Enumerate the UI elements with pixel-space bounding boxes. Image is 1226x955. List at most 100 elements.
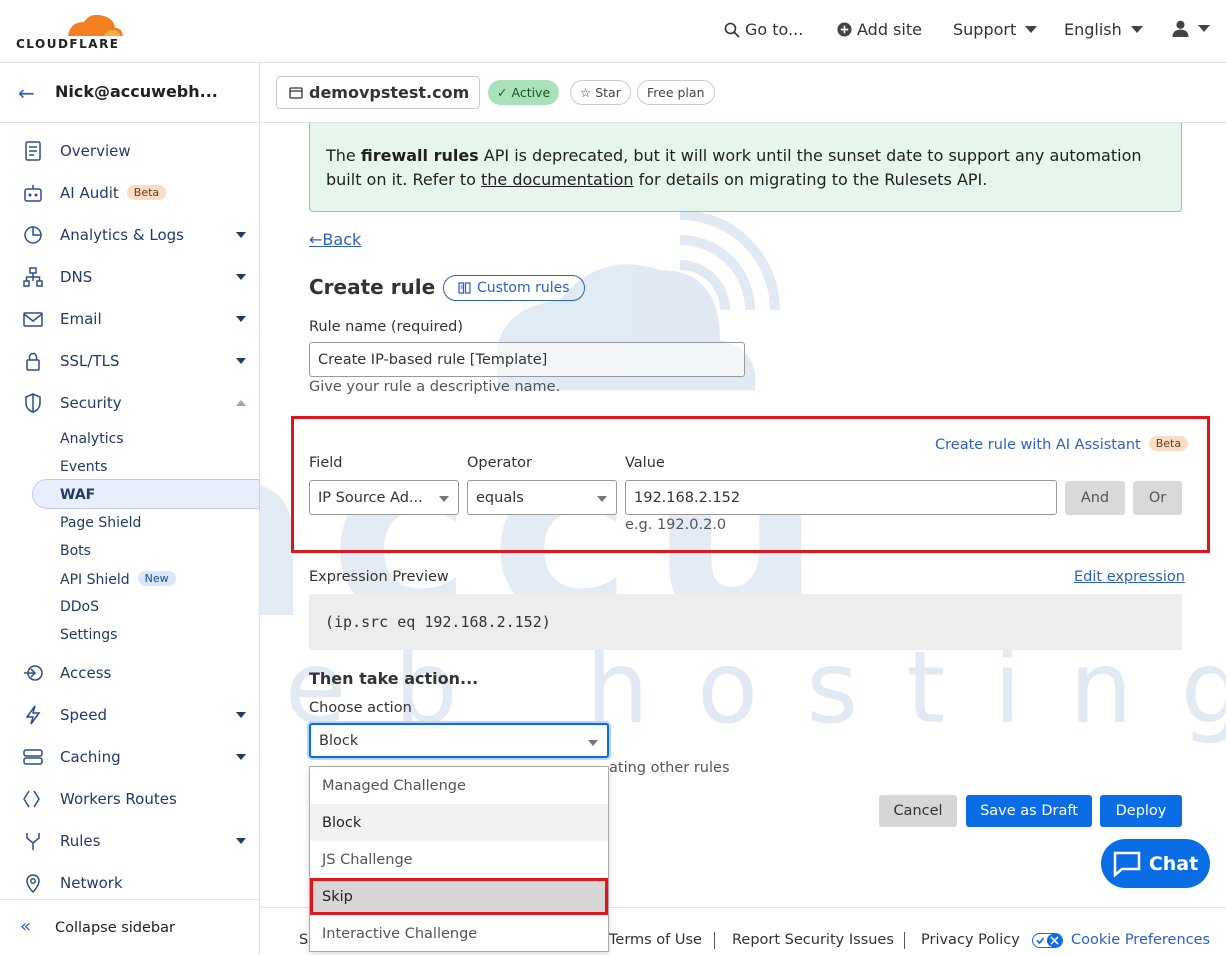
account-name: Nick@accuwebh... — [55, 82, 218, 101]
rule-name-hint: Give your rule a descriptive name. — [309, 379, 561, 395]
logo-text: CLOUDFLARE — [16, 37, 120, 51]
sidebar-item-ai-audit[interactable]: AI Audit Beta — [0, 173, 259, 213]
domain-selector[interactable]: demovpstest.com — [276, 76, 480, 109]
value-label: Value — [625, 455, 665, 471]
footer-link-terms[interactable]: Terms of Use — [609, 932, 702, 948]
lock-icon — [26, 352, 40, 371]
edit-expression-link[interactable]: Edit expression — [1074, 569, 1185, 585]
sidebar-item-security[interactable]: Security — [0, 383, 259, 423]
value-input[interactable]: 192.168.2.152 — [625, 480, 1057, 515]
sidebar-subitem-ddos[interactable]: DDoS — [60, 599, 99, 615]
sidebar-item-overview[interactable]: Overview — [0, 131, 259, 171]
pie-chart-icon — [24, 226, 42, 244]
search-icon — [724, 22, 740, 38]
sidebar-subitem-waf[interactable]: WAF — [60, 487, 95, 503]
option-js-challenge[interactable]: JS Challenge — [310, 841, 608, 878]
rule-name-value: Create IP-based rule [Template] — [318, 351, 548, 368]
notice-text: The — [326, 146, 361, 165]
beta-badge: Beta — [1148, 436, 1189, 451]
chat-bubble-icon — [1113, 851, 1141, 877]
sidebar-item-ssl-tls[interactable]: SSL/TLS — [0, 341, 259, 381]
sidebar-item-label: Analytics & Logs — [60, 226, 184, 244]
chat-button[interactable]: Chat — [1101, 839, 1210, 888]
sidebar: ← Nick@accuwebh... Overview AI Audit Beta… — [0, 63, 260, 955]
rule-name-input[interactable]: Create IP-based rule [Template] — [309, 342, 745, 377]
sidebar-subitem-settings[interactable]: Settings — [60, 627, 117, 643]
sidebar-subitem-analytics[interactable]: Analytics — [60, 431, 124, 447]
language-menu[interactable]: English — [1064, 20, 1143, 39]
sidebar-item-network[interactable]: Network — [0, 863, 259, 903]
save-draft-button[interactable]: Save as Draft — [966, 795, 1092, 827]
operator-select[interactable]: equals — [467, 480, 617, 515]
sidebar-item-rules[interactable]: Rules — [0, 821, 259, 861]
plus-circle-icon — [837, 22, 852, 37]
and-button[interactable]: And — [1065, 481, 1125, 515]
sidebar-subitem-label: API Shield — [60, 572, 130, 588]
footer-link-cookies[interactable]: Cookie Preferences — [1032, 932, 1210, 948]
back-link[interactable]: ←Back — [309, 230, 361, 249]
collapse-sidebar-button[interactable]: « Collapse sidebar — [0, 899, 259, 955]
option-managed-challenge[interactable]: Managed Challenge — [310, 767, 608, 804]
double-chevron-left-icon: « — [20, 916, 32, 937]
sidebar-item-analytics-logs[interactable]: Analytics & Logs — [0, 215, 259, 255]
goto-button[interactable]: Go to... — [724, 20, 803, 39]
field-value: IP Source Ad... — [318, 489, 423, 506]
chevron-down-icon — [236, 232, 246, 238]
sidebar-item-dns[interactable]: DNS — [0, 257, 259, 297]
user-menu[interactable] — [1172, 20, 1210, 37]
footer-link-security[interactable]: Report Security Issues — [732, 932, 894, 948]
new-badge: New — [137, 571, 176, 586]
network-tree-icon — [23, 267, 43, 287]
chevron-down-icon — [1130, 26, 1143, 33]
footer-separator — [714, 932, 715, 949]
sidebar-item-email[interactable]: Email — [0, 299, 259, 339]
option-interactive-challenge[interactable]: Interactive Challenge — [310, 915, 608, 952]
sidebar-item-access[interactable]: Access — [0, 653, 259, 693]
sidebar-subitem-bots[interactable]: Bots — [60, 543, 91, 559]
plan-badge[interactable]: Free plan — [637, 80, 715, 105]
sidebar-item-speed[interactable]: Speed — [0, 695, 259, 735]
footer-link-partial[interactable]: S — [299, 932, 308, 948]
back-arrow-icon[interactable]: ← — [18, 81, 35, 105]
beta-badge: Beta — [126, 185, 167, 200]
domain-bar: demovpstest.com ✓ Active ☆ Star Free pla… — [260, 63, 1226, 123]
cancel-button[interactable]: Cancel — [879, 795, 957, 827]
chevron-down-icon — [236, 712, 246, 718]
back-arrow-icon: ← — [309, 230, 323, 249]
account-switcher[interactable]: ← Nick@accuwebh... — [0, 63, 259, 123]
or-button[interactable]: Or — [1133, 481, 1182, 515]
ai-assistant-link[interactable]: Create rule with AI Assistant Beta — [935, 436, 1189, 453]
page-title: Create rule — [309, 275, 436, 299]
action-select[interactable]: Block — [309, 723, 609, 758]
book-icon — [458, 282, 471, 294]
then-action-heading: Then take action... — [309, 669, 479, 688]
option-skip[interactable]: Skip — [310, 878, 608, 915]
sidebar-item-label: SSL/TLS — [60, 352, 120, 370]
sidebar-item-label: Access — [60, 664, 112, 682]
support-menu[interactable]: Support — [953, 20, 1038, 39]
notice-bold: firewall rules — [360, 146, 479, 165]
chevron-down-icon — [236, 274, 246, 280]
sidebar-subitem-api-shield[interactable]: API Shield New — [60, 571, 176, 588]
sidebar-item-workers-routes[interactable]: Workers Routes — [0, 779, 259, 819]
language-label: English — [1064, 20, 1122, 39]
deploy-button[interactable]: Deploy — [1100, 795, 1182, 827]
add-site-button[interactable]: Add site — [837, 20, 922, 39]
option-block[interactable]: Block — [310, 804, 608, 841]
expression-text: (ip.src eq 192.168.2.152) — [325, 613, 551, 631]
footer-link-privacy[interactable]: Privacy Policy — [921, 932, 1020, 948]
custom-rules-button[interactable]: Custom rules — [443, 275, 585, 301]
choose-action-label: Choose action — [309, 700, 412, 716]
documentation-link[interactable]: the documentation — [481, 170, 634, 189]
ai-assistant-label: Create rule with AI Assistant — [935, 437, 1141, 453]
star-button[interactable]: ☆ Star — [570, 80, 631, 105]
cloudflare-logo[interactable]: CLOUDFLARE — [16, 10, 126, 51]
sidebar-item-label: AI Audit — [60, 184, 119, 202]
sidebar-item-caching[interactable]: Caching — [0, 737, 259, 777]
field-select[interactable]: IP Source Ad... — [309, 480, 459, 515]
sidebar-subitem-events[interactable]: Events — [60, 459, 107, 475]
star-icon: ☆ — [580, 85, 592, 100]
envelope-icon — [23, 312, 43, 327]
check-icon: ✓ — [497, 85, 508, 100]
sidebar-subitem-page-shield[interactable]: Page Shield — [60, 515, 141, 531]
